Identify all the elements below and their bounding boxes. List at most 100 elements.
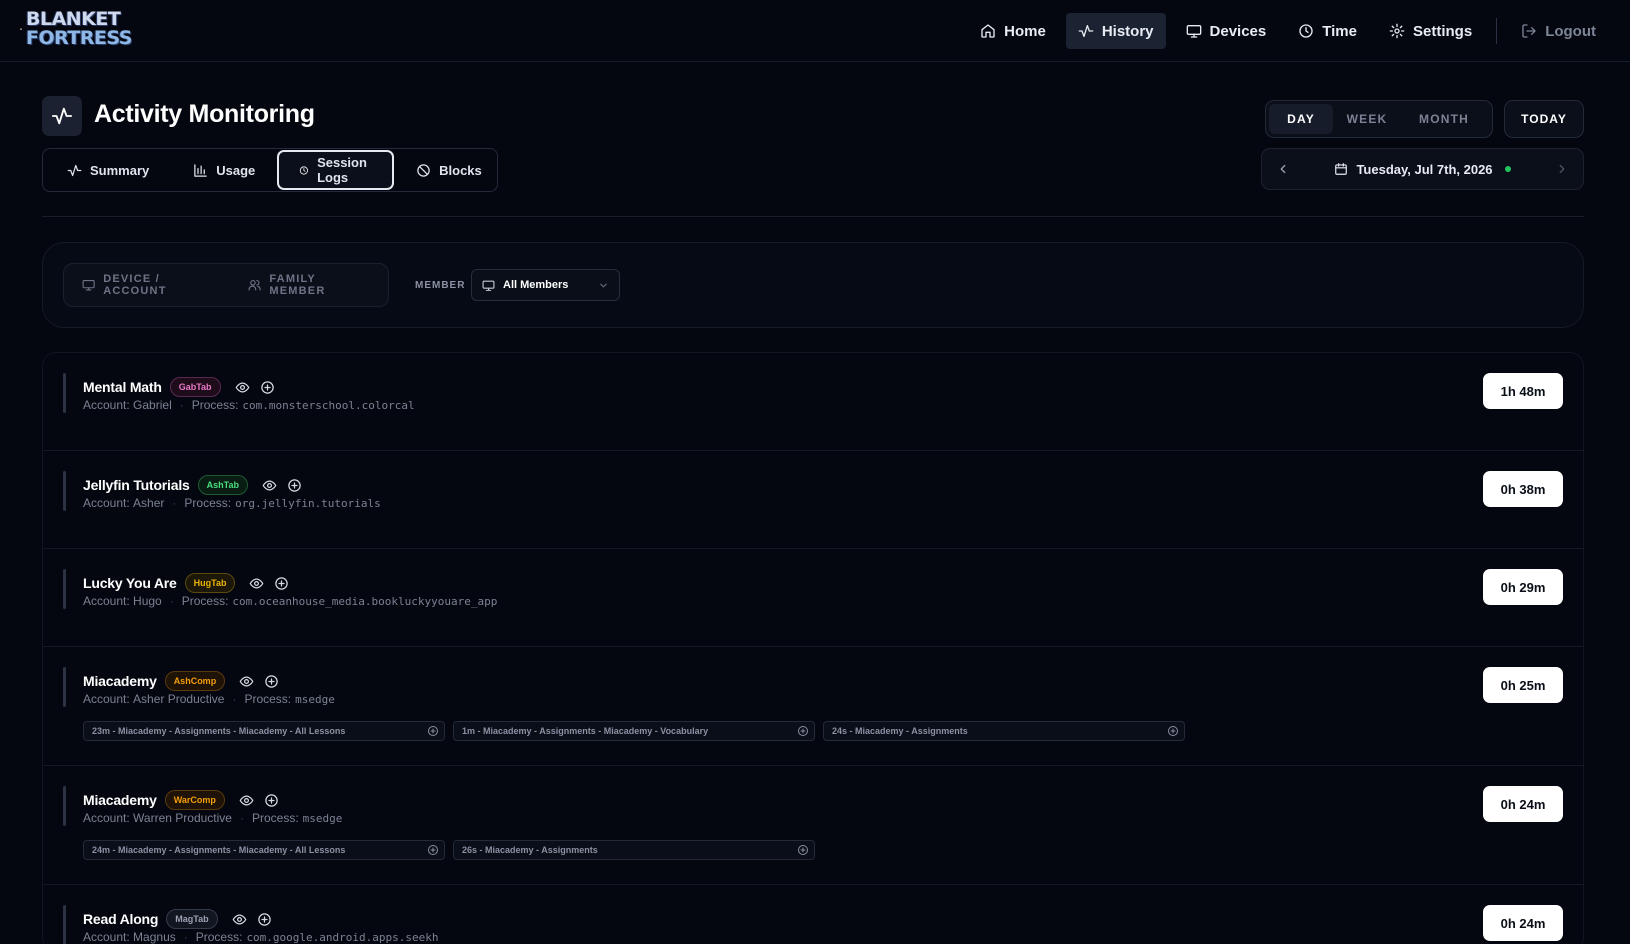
- plus-circle-icon[interactable]: [427, 725, 439, 737]
- eye-icon[interactable]: [249, 576, 264, 591]
- row-accent-bar: [63, 667, 66, 707]
- member-select[interactable]: All Members: [471, 269, 620, 301]
- plus-circle-icon[interactable]: [1167, 725, 1179, 737]
- session-duration: 0h 24m: [1483, 905, 1563, 941]
- gear-icon: [1389, 23, 1405, 39]
- account-label: Account:: [83, 496, 130, 510]
- window-title-chip[interactable]: 23m - Miacademy - Assignments - Miacadem…: [83, 721, 445, 741]
- session-app-name: Jellyfin Tutorials: [83, 477, 190, 493]
- session-log-list: Mental Math GabTab Account: Gabriel · Pr…: [42, 352, 1584, 944]
- plus-circle-icon[interactable]: [797, 844, 809, 856]
- member-filter-label: MEMBER: [415, 280, 466, 291]
- account-label: Account:: [83, 930, 130, 944]
- ban-icon: [417, 163, 430, 177]
- device-badge: HugTab: [184, 573, 236, 593]
- monitor-icon: [82, 280, 95, 291]
- process-label: Process:: [184, 496, 232, 510]
- range-week-button[interactable]: WEEK: [1333, 104, 1401, 134]
- plus-circle-icon[interactable]: [274, 576, 289, 591]
- eye-icon[interactable]: [262, 478, 277, 493]
- view-tabs: Summary Usage Session Logs Blocks: [42, 148, 498, 192]
- tab-summary-label: Summary: [90, 162, 150, 178]
- device-badge: GabTab: [169, 377, 221, 397]
- row-accent-bar: [63, 471, 66, 511]
- range-day-button[interactable]: DAY: [1269, 104, 1333, 134]
- scope-device-account-label: DEVICE / ACCOUNT: [103, 273, 167, 297]
- nav-home[interactable]: Home: [968, 13, 1058, 49]
- logo-text-line2: FORTRESS: [26, 27, 133, 49]
- castle-logo-icon: [20, 28, 22, 30]
- monitor-icon: [482, 280, 495, 291]
- process-value: msedge: [302, 811, 343, 825]
- chip-label: 24s - Miacademy - Assignments: [832, 726, 968, 736]
- plus-circle-icon[interactable]: [797, 725, 809, 737]
- account-label: Account:: [83, 811, 130, 825]
- eye-icon[interactable]: [235, 380, 250, 395]
- process-label: Process:: [191, 398, 239, 412]
- window-title-chip[interactable]: 26s - Miacademy - Assignments: [453, 840, 815, 860]
- tab-session-logs[interactable]: Session Logs: [277, 150, 395, 190]
- plus-circle-icon[interactable]: [257, 912, 272, 927]
- row-accent-bar: [63, 373, 66, 413]
- logout-label: Logout: [1545, 22, 1596, 40]
- bar-chart-icon: [194, 163, 207, 177]
- window-title-chip[interactable]: 24s - Miacademy - Assignments: [823, 721, 1185, 741]
- chevron-right-icon[interactable]: [1555, 162, 1569, 176]
- users-icon: [248, 280, 261, 291]
- range-month-button[interactable]: MONTH: [1401, 104, 1487, 134]
- process-label: Process:: [181, 594, 229, 608]
- chip-label: 24m - Miacademy - Assignments - Miacadem…: [92, 845, 346, 855]
- eye-icon[interactable]: [232, 912, 247, 927]
- nav-divider: [1496, 18, 1498, 44]
- nav-devices[interactable]: Devices: [1174, 13, 1279, 49]
- session-duration: 0h 25m: [1483, 667, 1563, 703]
- chevron-left-icon[interactable]: [1276, 162, 1290, 176]
- page-title: Activity Monitoring: [94, 100, 315, 128]
- chevron-down-icon: [600, 283, 607, 287]
- plus-circle-icon[interactable]: [287, 478, 302, 493]
- nav-settings[interactable]: Settings: [1377, 13, 1484, 49]
- row-accent-bar: [63, 569, 66, 609]
- tab-usage-label: Usage: [216, 162, 256, 178]
- page-title-icon-box: [42, 96, 82, 136]
- eye-icon[interactable]: [239, 674, 254, 689]
- window-title-chip[interactable]: 24m - Miacademy - Assignments - Miacadem…: [83, 840, 445, 860]
- monitor-icon: [1186, 25, 1201, 38]
- home-icon: [981, 24, 995, 38]
- account-label: Account:: [83, 692, 130, 706]
- scope-family-member-button[interactable]: FAMILY MEMBER: [234, 267, 384, 303]
- scope-family-member-label: FAMILY MEMBER: [269, 273, 326, 297]
- session-app-name: Lucky You Are: [83, 575, 177, 591]
- session-row: Miacademy AshComp Account: Asher Product…: [43, 647, 1583, 766]
- eye-icon[interactable]: [239, 793, 254, 808]
- plus-circle-icon[interactable]: [427, 844, 439, 856]
- plus-circle-icon[interactable]: [260, 380, 275, 395]
- scope-device-account-button[interactable]: DEVICE / ACCOUNT: [68, 267, 234, 303]
- logout-button[interactable]: Logout: [1509, 13, 1608, 49]
- nav-time[interactable]: Time: [1286, 13, 1369, 49]
- member-select-value: All Members: [503, 279, 569, 291]
- tab-usage[interactable]: Usage: [171, 150, 277, 190]
- session-duration: 0h 38m: [1483, 471, 1563, 507]
- nav-history[interactable]: History: [1065, 13, 1166, 49]
- session-duration: 0h 24m: [1483, 786, 1563, 822]
- account-value: Warren Productive: [133, 811, 232, 825]
- process-label: Process:: [251, 811, 299, 825]
- tab-blocks[interactable]: Blocks: [394, 150, 504, 190]
- activity-icon: [67, 164, 82, 176]
- range-selector: DAY WEEK MONTH: [1265, 100, 1493, 138]
- header-divider: [42, 216, 1584, 217]
- tab-blocks-label: Blocks: [439, 162, 482, 178]
- device-badge: AshTab: [197, 475, 248, 495]
- app-logo[interactable]: BLANKET FORTRESS: [20, 9, 133, 49]
- tab-summary[interactable]: Summary: [45, 150, 171, 190]
- nav-devices-label: Devices: [1209, 22, 1267, 40]
- today-button[interactable]: TODAY: [1504, 100, 1584, 138]
- window-title-chip[interactable]: 1m - Miacademy - Assignments - Miacademy…: [453, 721, 815, 741]
- plus-circle-icon[interactable]: [264, 793, 279, 808]
- account-value: Gabriel: [133, 398, 172, 412]
- calendar-icon: [1335, 163, 1348, 175]
- nav-settings-label: Settings: [1413, 22, 1473, 40]
- plus-circle-icon[interactable]: [264, 674, 279, 689]
- date-display[interactable]: Tuesday, Jul 7th, 2026: [1334, 162, 1511, 177]
